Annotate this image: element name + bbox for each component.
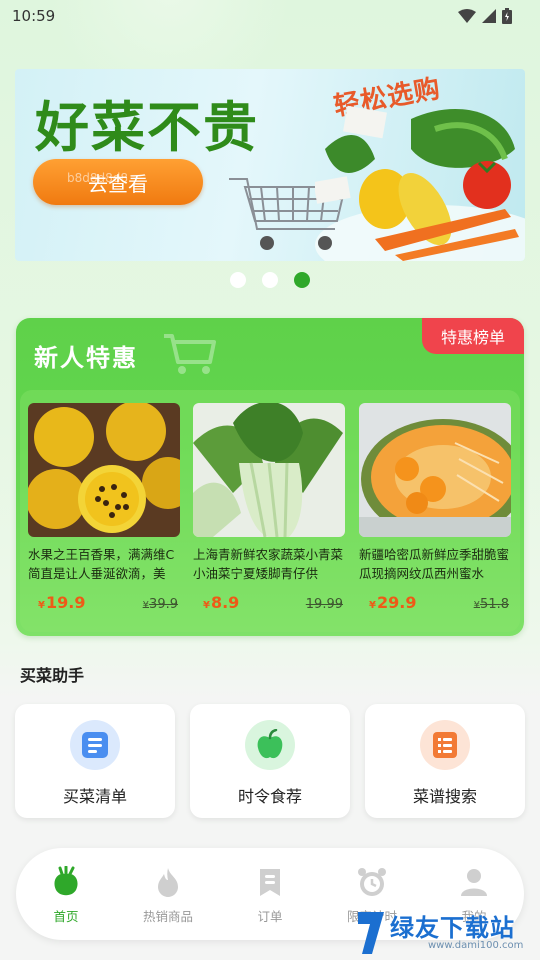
section-title-helper: 买菜助手 [20, 666, 85, 685]
list-icon [82, 732, 108, 758]
deals-ranking-badge[interactable]: 特惠榜单 [422, 318, 524, 354]
carousel-dot[interactable] [230, 272, 246, 288]
product-image-hami-melon [359, 403, 511, 537]
shopping-list-card[interactable]: 买菜清单 [15, 704, 175, 818]
product-card[interactable]: 水果之王百香果，满满维C简直是让人垂涎欲滴，美 ¥19.9 ¥39.9 [28, 403, 180, 612]
order-icon [260, 869, 280, 896]
recipe-icon [433, 732, 457, 758]
status-bar: 10:59 [0, 0, 540, 32]
nav-item-hot-sales[interactable]: 热销商品 [128, 866, 208, 925]
product-card[interactable]: 上海青新鲜农家蔬菜小青菜小油菜宁夏矮脚青仔供 ¥8.9 19.99 [193, 403, 345, 612]
new-user-deals-card: 新人特惠 特惠榜单 水果之王百香果，满满维C简直是让人垂涎欲滴，美 ¥19.9 … [16, 318, 524, 636]
nav-item-orders[interactable]: 订单 [230, 866, 310, 925]
nav-item-home[interactable]: 首页 [26, 865, 106, 925]
banner-title: 好菜不贵 [35, 96, 259, 159]
carousel-dot[interactable] [262, 272, 278, 288]
product-image-passion-fruit [28, 403, 180, 537]
product-price: ¥29.9 [369, 593, 417, 612]
product-name: 水果之王百香果，满满维C简直是让人垂涎欲滴，美 [28, 547, 175, 581]
promo-banner[interactable]: 好菜不贵 轻松选购 去查看 b8d8d8d8 [15, 69, 525, 261]
promo-title: 新人特惠 [34, 344, 138, 372]
status-time: 10:59 [12, 7, 56, 25]
product-price: ¥8.9 [203, 593, 240, 612]
wifi-icon [458, 9, 476, 23]
product-original-price: ¥39.9 [142, 597, 178, 612]
product-price: ¥19.9 [38, 593, 86, 612]
carousel-indicator [0, 272, 540, 288]
product-card[interactable]: 新疆哈密瓜新鲜应季甜脆蜜瓜现摘网纹瓜西州蜜水 ¥29.9 ¥51.8 [359, 403, 511, 612]
product-image-bok-choy [193, 403, 345, 537]
product-original-price: 19.99 [305, 597, 343, 612]
product-original-price: ¥51.8 [473, 597, 509, 612]
profile-icon [461, 869, 487, 896]
vegetables-illustration [315, 105, 519, 261]
alarm-clock-icon [358, 868, 386, 896]
helper-label: 买菜清单 [62, 787, 127, 806]
carousel-dot-active[interactable] [294, 272, 310, 288]
cart-icon [164, 334, 216, 374]
helper-label: 菜谱搜索 [412, 787, 477, 806]
apple-icon [257, 729, 283, 759]
product-name: 上海青新鲜农家蔬菜小青菜小油菜宁夏矮脚青仔供 [193, 547, 344, 581]
product-name: 新疆哈密瓜新鲜应季甜脆蜜瓜现摘网纹瓜西州蜜水 [359, 547, 510, 581]
banner-watermark: b8d8d8d8 [67, 171, 129, 185]
seasonal-food-card[interactable]: 时令食荐 [190, 704, 350, 818]
watermark-logo-icon [358, 912, 384, 954]
helper-label: 时令食荐 [237, 787, 302, 806]
site-watermark: 绿友下载站 www.dami100.com [346, 906, 540, 960]
hot-flame-icon [158, 868, 178, 897]
battery-icon [502, 8, 512, 24]
home-veggie-icon [54, 865, 78, 896]
recipe-search-card[interactable]: 菜谱搜索 [365, 704, 525, 818]
signal-icon [482, 9, 496, 23]
